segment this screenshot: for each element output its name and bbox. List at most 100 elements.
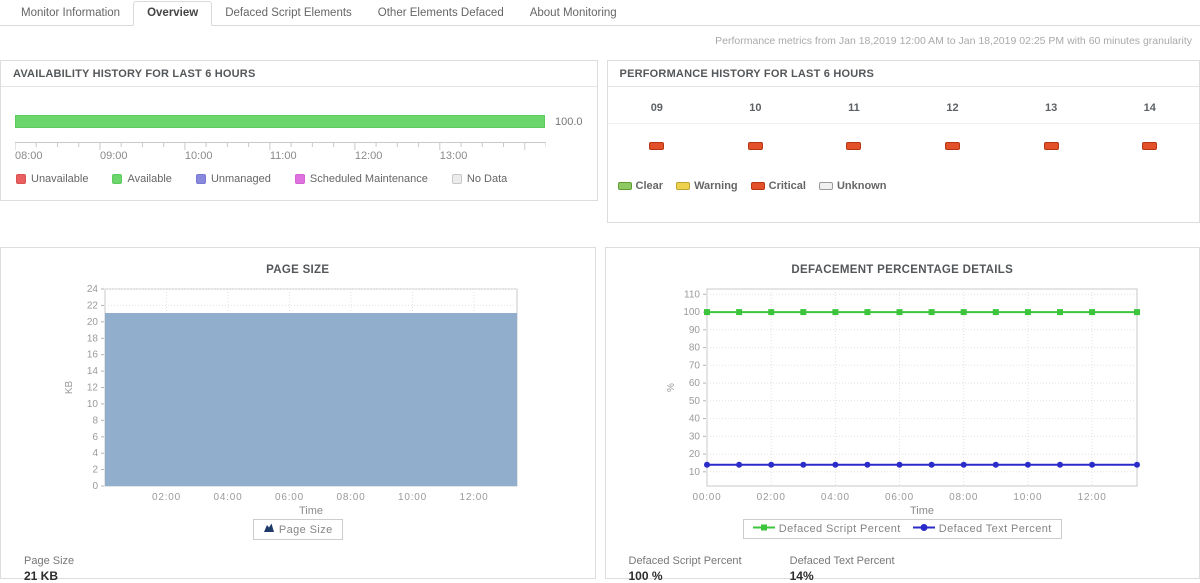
svg-text:50: 50 — [688, 396, 700, 407]
marker-defaced-script-percent[interactable] — [1134, 309, 1140, 315]
tab-about-monitoring[interactable]: About Monitoring — [517, 2, 630, 25]
svg-text:KB: KB — [64, 381, 75, 395]
marker-defaced-text-percent[interactable] — [928, 462, 934, 468]
availability-panel-title: AVAILABILITY HISTORY FOR LAST 6 HOURS — [1, 61, 597, 87]
legend-item-warning[interactable]: Warning — [676, 180, 738, 192]
marker-defaced-text-percent[interactable] — [1024, 462, 1030, 468]
marker-defaced-text-percent[interactable] — [768, 462, 774, 468]
status-critical-icon[interactable] — [1044, 142, 1059, 150]
legend-entry-label: Defaced Script Percent — [779, 523, 901, 535]
series-page-size[interactable] — [105, 314, 517, 486]
stat-page-size-label: Page Size — [24, 555, 74, 567]
defacement-monitor-page: Monitor Information Overview Defaced Scr… — [0, 0, 1200, 579]
svg-text:18: 18 — [87, 333, 99, 344]
marker-defaced-text-percent[interactable] — [704, 462, 710, 468]
marker-defaced-script-percent[interactable] — [1024, 309, 1030, 315]
legend-item-label: Scheduled Maintenance — [310, 173, 428, 185]
svg-text:10: 10 — [87, 399, 99, 410]
page-size-chart-legend: Page Size — [1, 519, 595, 540]
svg-text:16: 16 — [87, 350, 99, 361]
availability-legend: Unavailable Available Unmanaged Scheduled M… — [15, 173, 583, 185]
legend-entry-defaced-text-percent[interactable]: Defaced Text Percent — [913, 523, 1052, 535]
availability-panel-body: 100.0 08:0009:0010:0011:0012:0013:00 Una… — [1, 87, 597, 185]
clear-swatch-icon — [618, 182, 632, 190]
marker-defaced-script-percent[interactable] — [736, 309, 742, 315]
legend-item-scheduled-maintenance[interactable]: Scheduled Maintenance — [295, 173, 428, 185]
defacement-chart-title: DEFACEMENT PERCENTAGE DETAILS — [606, 264, 1200, 278]
marker-defaced-script-percent[interactable] — [896, 309, 902, 315]
marker-defaced-text-percent[interactable] — [992, 462, 998, 468]
legend-entry-defaced-script-percent[interactable]: Defaced Script Percent — [753, 523, 901, 535]
stat-page-size: Page Size 21 KB — [24, 555, 74, 583]
marker-defaced-text-percent[interactable] — [896, 462, 902, 468]
legend-item-unmanaged[interactable]: Unmanaged — [196, 173, 271, 185]
marker-defaced-script-percent[interactable] — [928, 309, 934, 315]
svg-text:6: 6 — [92, 432, 98, 443]
legend-item-clear[interactable]: Clear — [618, 180, 664, 192]
marker-defaced-text-percent[interactable] — [1057, 462, 1063, 468]
performance-status-cell-14 — [1100, 137, 1199, 155]
tab-monitor-information[interactable]: Monitor Information — [8, 2, 133, 25]
legend-item-unknown[interactable]: Unknown — [819, 180, 887, 192]
svg-text:08:00: 08:00 — [336, 492, 365, 503]
legend-item-critical[interactable]: Critical — [751, 180, 806, 192]
marker-defaced-text-percent[interactable] — [1134, 462, 1140, 468]
marker-defaced-script-percent[interactable] — [832, 309, 838, 315]
svg-text:06:00: 06:00 — [275, 492, 304, 503]
marker-defaced-text-percent[interactable] — [832, 462, 838, 468]
tab-defaced-script-elements[interactable]: Defaced Script Elements — [212, 2, 365, 25]
marker-defaced-script-percent[interactable] — [992, 309, 998, 315]
page-size-panel: PAGE SIZE 02468101214161820222402:0004:0… — [0, 247, 596, 579]
status-critical-icon[interactable] — [945, 142, 960, 150]
svg-text:24: 24 — [87, 284, 99, 295]
stat-defaced-script-percent: Defaced Script Percent 100 % — [629, 555, 742, 583]
marker-defaced-script-percent[interactable] — [800, 309, 806, 315]
marker-defaced-script-percent[interactable] — [864, 309, 870, 315]
legend-item-label: Unmanaged — [211, 173, 271, 185]
marker-defaced-script-percent[interactable] — [768, 309, 774, 315]
marker-defaced-script-percent[interactable] — [960, 309, 966, 315]
legend-entry-page-size[interactable]: Page Size — [263, 523, 333, 536]
legend-item-label: Warning — [694, 180, 738, 192]
svg-text:8: 8 — [92, 415, 98, 426]
svg-text:4: 4 — [92, 448, 98, 459]
legend-item-available[interactable]: Available — [112, 173, 171, 185]
svg-text:70: 70 — [688, 360, 700, 371]
marker-defaced-script-percent[interactable] — [1089, 309, 1095, 315]
svg-text:%: % — [666, 383, 677, 392]
availability-status-bar[interactable] — [15, 115, 545, 128]
tab-overview[interactable]: Overview — [133, 1, 212, 26]
unavailable-swatch-icon — [16, 174, 26, 184]
svg-text:90: 90 — [688, 325, 700, 336]
status-critical-icon[interactable] — [846, 142, 861, 150]
tab-other-elements-defaced[interactable]: Other Elements Defaced — [365, 2, 517, 25]
performance-hour-14: 14 — [1100, 102, 1199, 114]
svg-text:04:00: 04:00 — [820, 492, 849, 503]
performance-status-cell-10 — [706, 137, 805, 155]
available-swatch-icon — [112, 174, 122, 184]
status-critical-icon[interactable] — [1142, 142, 1157, 150]
svg-text:12:00: 12:00 — [459, 492, 488, 503]
performance-status-cell-11 — [805, 137, 904, 155]
svg-text:08:00: 08:00 — [949, 492, 978, 503]
marker-defaced-script-percent[interactable] — [1057, 309, 1063, 315]
svg-text:20: 20 — [688, 449, 700, 460]
performance-hour-10: 10 — [706, 102, 805, 114]
legend-item-unavailable[interactable]: Unavailable — [16, 173, 88, 185]
availability-hour-label: 12:00 — [355, 150, 383, 162]
marker-defaced-text-percent[interactable] — [1089, 462, 1095, 468]
marker-defaced-script-percent[interactable] — [704, 309, 710, 315]
page-size-chart-title: PAGE SIZE — [1, 264, 595, 278]
stat-defaced-text-value: 14% — [790, 569, 895, 583]
performance-hours-row: 091011121314 — [608, 102, 1199, 124]
svg-text:0: 0 — [92, 481, 98, 492]
marker-defaced-text-percent[interactable] — [800, 462, 806, 468]
marker-defaced-text-percent[interactable] — [736, 462, 742, 468]
legend-item-no-data[interactable]: No Data — [452, 173, 507, 185]
marker-defaced-text-percent[interactable] — [864, 462, 870, 468]
status-critical-icon[interactable] — [649, 142, 664, 150]
marker-defaced-text-percent[interactable] — [960, 462, 966, 468]
status-critical-icon[interactable] — [748, 142, 763, 150]
svg-text:30: 30 — [688, 431, 700, 442]
page-size-stats: Page Size 21 KB — [1, 555, 595, 583]
